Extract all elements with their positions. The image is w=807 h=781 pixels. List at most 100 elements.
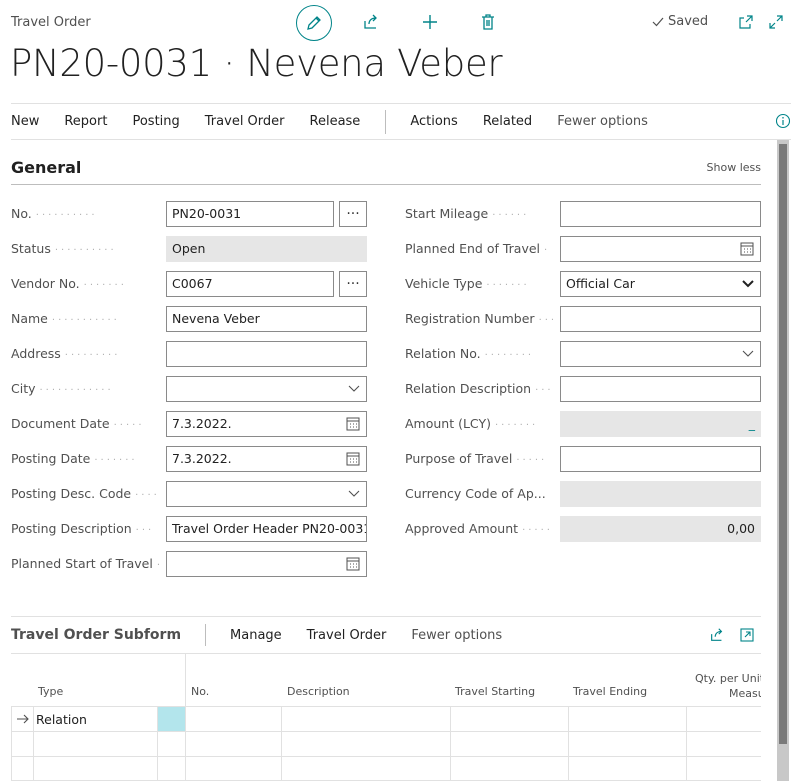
table-row[interactable] xyxy=(11,731,761,756)
new-button[interactable] xyxy=(420,12,440,32)
label-address: Address ········· xyxy=(11,346,121,361)
open-new-window-button[interactable] xyxy=(736,12,756,32)
document-date-field[interactable]: 7.3.2022. xyxy=(166,411,367,437)
label-vehicle-type: Vehicle Type ······· xyxy=(405,276,530,291)
column-header-travel-ending[interactable]: Travel Ending xyxy=(573,685,647,698)
row-type[interactable]: Relation xyxy=(36,712,87,727)
subform-manage[interactable]: Manage xyxy=(230,628,282,643)
posting-date-field[interactable]: 7.3.2022. xyxy=(166,446,367,472)
table-row[interactable]: Relation xyxy=(11,706,761,731)
share-icon xyxy=(364,14,377,29)
label-posting-date: Posting Date ······· xyxy=(11,451,138,466)
subform-fewer-options[interactable]: Fewer options xyxy=(411,628,502,643)
action-new[interactable]: New xyxy=(11,114,39,129)
expand-button[interactable] xyxy=(766,12,786,32)
table-row[interactable] xyxy=(11,756,761,781)
calendar-icon[interactable] xyxy=(346,447,360,471)
section-title: General xyxy=(11,157,82,177)
arrow-right-icon xyxy=(17,714,29,724)
calendar-icon[interactable] xyxy=(346,552,360,576)
planned-end-field[interactable] xyxy=(560,236,761,262)
scrollbar-thumb[interactable] xyxy=(779,144,787,744)
relation-description-field[interactable] xyxy=(560,376,761,402)
vehicle-type-select[interactable]: Official Car xyxy=(560,271,761,297)
chevron-down-icon xyxy=(742,280,754,288)
status-field: Open xyxy=(166,236,367,262)
column-divider xyxy=(281,706,282,781)
action-release[interactable]: Release xyxy=(310,114,361,129)
approved-amount-field: 0,00 xyxy=(560,516,761,542)
chevron-down-icon xyxy=(348,385,360,392)
label-name: Name ··········· xyxy=(11,311,120,326)
label-currency-code: Currency Code of Ap... xyxy=(405,486,546,501)
start-mileage-field[interactable] xyxy=(560,201,761,227)
vertical-scrollbar[interactable] xyxy=(777,140,789,781)
page-title: PN20-0031 · Nevena Veber xyxy=(10,42,503,85)
action-posting[interactable]: Posting xyxy=(132,114,179,129)
no-lookup-button[interactable]: ··· xyxy=(339,201,367,227)
subform-title: Travel Order Subform xyxy=(11,627,182,643)
show-less-link[interactable]: Show less xyxy=(707,161,761,174)
label-no: No. ·········· xyxy=(11,206,98,221)
label-registration-number: Registration Number··· xyxy=(405,311,554,326)
divider xyxy=(205,624,207,646)
general-section-header: General Show less xyxy=(11,150,761,185)
calendar-icon[interactable] xyxy=(346,412,360,436)
city-dropdown[interactable] xyxy=(166,376,367,402)
currency-code-field xyxy=(560,481,761,507)
info-icon[interactable] xyxy=(775,113,791,129)
label-city: City ············ xyxy=(11,381,114,396)
column-header-description[interactable]: Description xyxy=(287,685,350,698)
purpose-of-travel-field[interactable] xyxy=(560,446,761,472)
label-purpose-of-travel: Purpose of Travel ····· xyxy=(405,451,548,466)
amount-lcy-field[interactable]: _ xyxy=(560,411,761,437)
column-divider xyxy=(568,706,569,781)
label-planned-start: Planned Start of Travel· xyxy=(11,556,160,571)
label-posting-description: Posting Description ··· xyxy=(11,521,155,536)
planned-start-field[interactable] xyxy=(166,551,367,577)
name-field[interactable]: Nevena Veber xyxy=(166,306,367,332)
subform-travel-order[interactable]: Travel Order xyxy=(307,628,387,643)
column-divider xyxy=(157,706,158,781)
action-fewer-options[interactable]: Fewer options xyxy=(557,114,648,129)
column-header-measure[interactable]: Measu xyxy=(729,687,761,700)
share-icon[interactable] xyxy=(709,627,725,643)
saved-status: Saved xyxy=(652,14,708,29)
check-icon xyxy=(652,17,664,26)
chevron-down-icon xyxy=(742,350,754,357)
action-report[interactable]: Report xyxy=(64,114,107,129)
vendor-no-field[interactable]: C0067 xyxy=(166,271,334,297)
registration-number-field[interactable] xyxy=(560,306,761,332)
subform-grid: Type No. Description Travel Starting Tra… xyxy=(11,654,761,781)
column-header-qty-per-unit[interactable]: Qty. per Unit xyxy=(695,672,761,685)
action-related[interactable]: Related xyxy=(483,114,532,129)
plus-icon xyxy=(423,15,437,29)
posting-description-field[interactable]: Travel Order Header PN20-0031 xyxy=(166,516,367,542)
selected-cell[interactable] xyxy=(158,707,185,731)
vendor-lookup-button[interactable]: ··· xyxy=(339,271,367,297)
label-relation-description: Relation Description ··· xyxy=(405,381,554,396)
action-travel-order[interactable]: Travel Order xyxy=(205,114,285,129)
no-field[interactable]: PN20-0031 xyxy=(166,201,334,227)
delete-button[interactable] xyxy=(478,12,498,32)
column-header-type[interactable]: Type xyxy=(38,685,63,698)
column-divider xyxy=(33,706,34,781)
label-posting-desc-code: Posting Desc. Code ···· xyxy=(11,486,160,501)
label-amount-lcy: Amount (LCY) ······· xyxy=(405,416,539,431)
column-divider xyxy=(450,706,451,781)
share-button[interactable] xyxy=(361,12,381,32)
label-start-mileage: Start Mileage ······ xyxy=(405,206,530,221)
posting-desc-code-dropdown[interactable] xyxy=(166,481,367,507)
action-actions[interactable]: Actions xyxy=(410,114,458,129)
edit-button[interactable] xyxy=(296,5,332,41)
calendar-icon[interactable] xyxy=(740,237,754,261)
open-in-new-window-icon[interactable] xyxy=(739,627,755,643)
breadcrumb: Travel Order xyxy=(11,15,91,30)
column-header-no[interactable]: No. xyxy=(191,685,209,698)
label-approved-amount: Approved Amount ····· xyxy=(405,521,553,536)
column-header-travel-starting[interactable]: Travel Starting xyxy=(455,685,535,698)
expand-icon xyxy=(769,15,783,29)
address-field[interactable] xyxy=(166,341,367,367)
relation-no-dropdown[interactable] xyxy=(560,341,761,367)
trash-icon xyxy=(482,14,494,30)
